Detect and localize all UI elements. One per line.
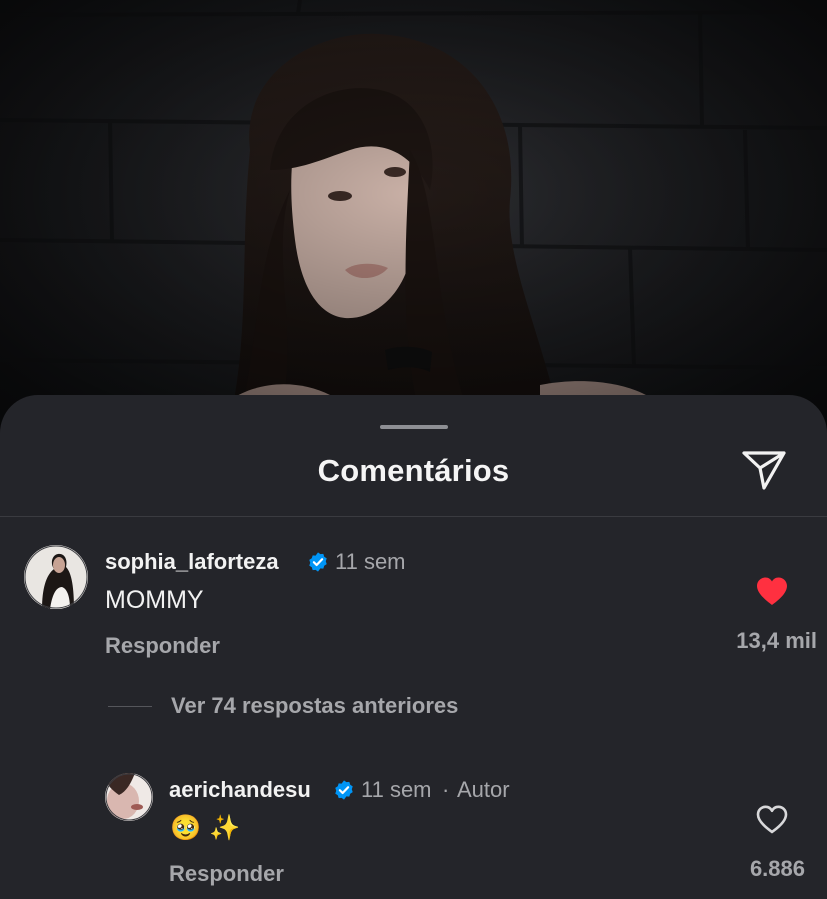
verified-badge-icon <box>335 780 353 800</box>
sheet-grabber-handle[interactable] <box>380 425 448 429</box>
reply-button[interactable]: Responder <box>105 633 220 659</box>
share-button[interactable] <box>738 447 790 493</box>
verified-badge-icon <box>309 552 327 572</box>
heart-outline-icon <box>756 805 788 834</box>
like-button[interactable] <box>752 573 792 609</box>
instagram-post-screen: Comentários sophia_laforteza 11 sem MOMM… <box>0 0 827 899</box>
reply-username[interactable]: aerichandesu <box>169 777 311 803</box>
post-photo <box>0 0 827 430</box>
view-replies-label: Ver 74 respostas anteriores <box>171 693 459 718</box>
heart-filled-icon <box>757 577 787 605</box>
comment-username[interactable]: sophia_laforteza <box>105 549 279 575</box>
sheet-divider <box>0 516 827 517</box>
sheet-title: Comentários <box>317 453 510 488</box>
avatar[interactable] <box>105 773 153 821</box>
comment-time: 11 sem <box>335 549 406 574</box>
comments-sheet: Comentários sophia_laforteza 11 sem MOMM… <box>0 395 827 899</box>
reply-time: 11 sem <box>361 777 432 802</box>
view-previous-replies-button[interactable]: Ver 74 respostas anteriores <box>108 691 458 721</box>
send-icon <box>742 451 786 490</box>
like-count: 13,4 mil <box>736 628 817 653</box>
avatar[interactable] <box>24 545 88 609</box>
reply-button[interactable]: Responder <box>169 861 284 887</box>
comment-text: MOMMY <box>105 586 204 614</box>
reply-text: 🥹 ✨ <box>170 813 241 842</box>
author-tag: Autor <box>457 777 510 802</box>
like-button[interactable] <box>752 801 792 837</box>
replies-divider-line <box>108 705 152 707</box>
reply-dot-separator: · <box>442 777 450 802</box>
like-count: 6.886 <box>749 856 805 881</box>
